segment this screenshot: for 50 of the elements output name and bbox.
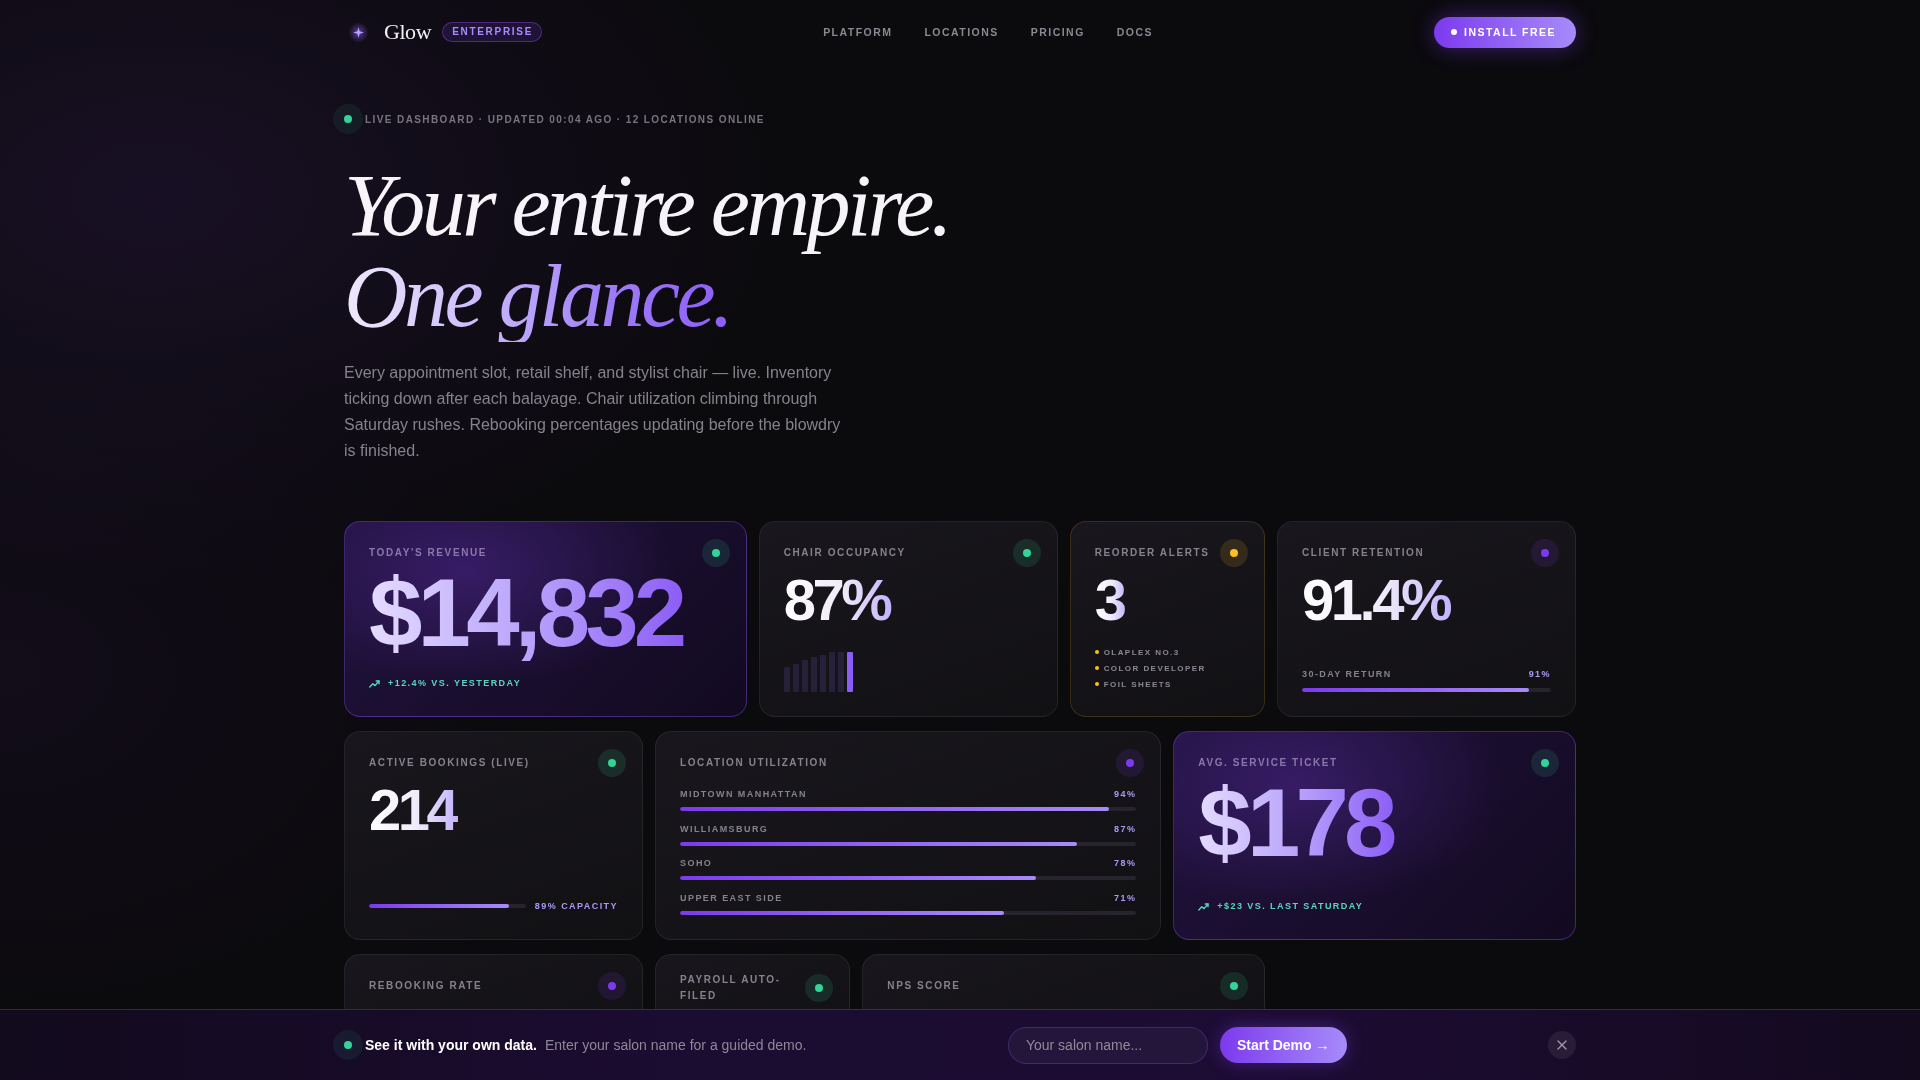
bullet-dot-icon — [1094, 666, 1099, 670]
stat-label: CLIENT RETENTION — [1302, 546, 1425, 560]
close-icon — [1557, 1040, 1567, 1050]
location-reading: 87% — [1114, 822, 1137, 835]
stat-label: TODAY'S REVENUE — [369, 546, 488, 560]
stat-label: AVG. SERVICE TICKET — [1198, 756, 1338, 770]
alert-item: COLOR DEVELOPER — [1103, 663, 1206, 673]
bullet-dot-icon — [1094, 682, 1099, 686]
location-name: UPPER EAST SIDE — [680, 891, 783, 904]
nav-link[interactable]: LOCATIONS — [924, 26, 999, 38]
stat-label: CHAIR OCCUPANCY — [783, 546, 906, 560]
nav-link[interactable]: DOCS — [1116, 26, 1153, 38]
stat-label: REBOOKING RATE — [369, 979, 483, 993]
banner-text: Enter your salon name for a guided demo. — [544, 1037, 807, 1053]
bar-label: 30-DAY RETURN — [1302, 668, 1392, 680]
intro-text: Every appointment slot, retail shelf, and stylist chair — live. Inventory ticking down after each balayage. Chair utilization climbing through Saturday rushes. Rebooking percentages updating before the blowdry is finished. — [344, 363, 842, 461]
stat-label: NPS SCORE — [887, 979, 961, 993]
trend-text: +$23 VS. LAST SATURDAY — [1217, 900, 1364, 913]
bar-sparkline — [783, 652, 853, 692]
location-reading: 78% — [1114, 857, 1137, 869]
live-dot-icon — [333, 104, 363, 134]
alert-item: FOIL SHEETS — [1103, 679, 1172, 689]
trend-text: +12.4% VS. YESTERDAY — [388, 677, 522, 690]
plan-badge: ENTERPRISE — [442, 22, 543, 42]
brand-name: Glow — [384, 19, 432, 45]
alert-item: OLAPLEX NO.3 — [1103, 647, 1180, 657]
close-button[interactable] — [1548, 1031, 1576, 1059]
bullet-dot-icon — [1094, 650, 1099, 654]
location-name: SOHO — [680, 857, 713, 869]
status-text: LIVE DASHBOARD · UPDATED 00:04 AGO · 12 LOCATIONS ONLINE — [365, 113, 765, 125]
location-reading: 94% — [1114, 788, 1137, 800]
bar-reading: 91% — [1528, 668, 1551, 680]
stat-label: ACTIVE BOOKINGS (LIVE) — [369, 756, 530, 770]
trend-up-icon — [369, 678, 380, 688]
capacity-reading: 89% CAPACITY — [534, 900, 618, 913]
stat-label: PAYROLL AUTO-FILED — [680, 973, 782, 1003]
start-demo-button[interactable]: Start Demo → — [1219, 1027, 1347, 1063]
dot-icon — [1451, 29, 1458, 35]
location-name: MIDTOWN MANHATTAN — [680, 788, 807, 800]
location-reading: 71% — [1114, 891, 1137, 904]
stat-label: REORDER ALERTS — [1094, 546, 1210, 560]
sparkle-logo-icon — [348, 21, 369, 43]
live-dot-icon — [333, 1030, 363, 1060]
install-button[interactable]: INSTALL FREE — [1434, 16, 1576, 48]
nav-link[interactable]: PLATFORM — [823, 26, 893, 38]
trend-up-icon — [1198, 901, 1210, 911]
banner-title: See it with your own data. — [365, 1037, 537, 1053]
nav-link[interactable]: PRICING — [1030, 26, 1085, 38]
location-name: WILLIAMSBURG — [680, 822, 769, 835]
stat-label: LOCATION UTILIZATION — [680, 756, 828, 770]
